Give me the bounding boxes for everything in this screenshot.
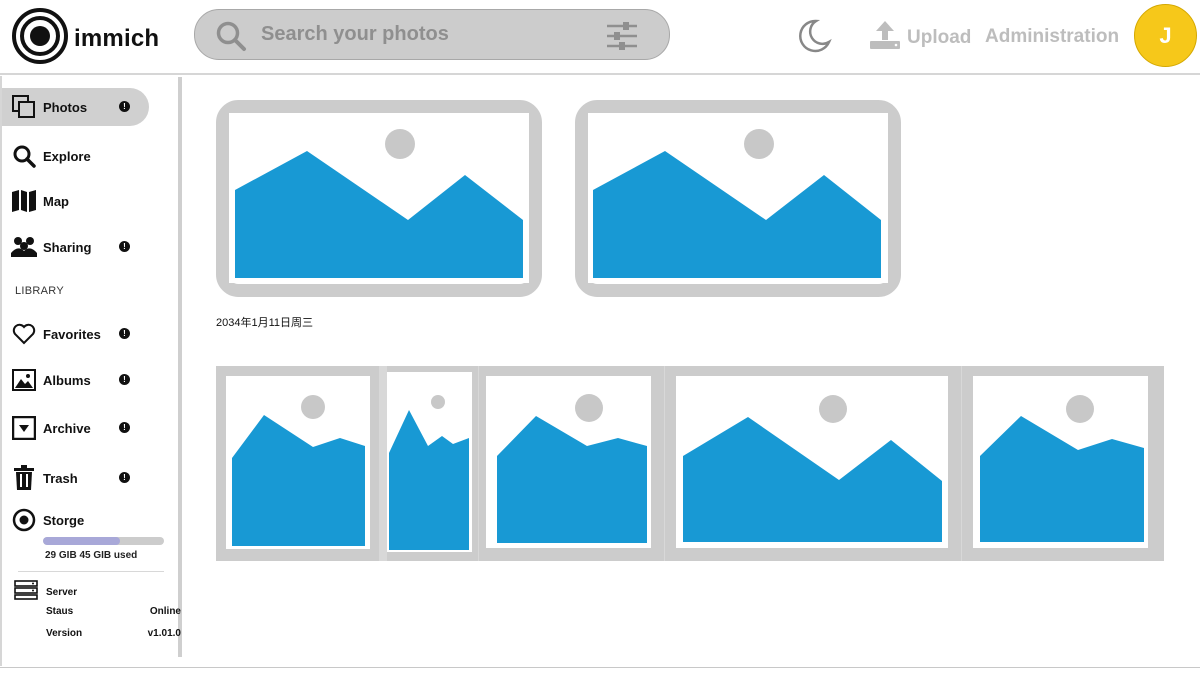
alert-icon: ! bbox=[119, 328, 130, 339]
sidebar-item-map[interactable]: Map bbox=[2, 182, 69, 220]
app-logo[interactable]: immich bbox=[12, 8, 159, 69]
photo-row bbox=[216, 366, 1164, 566]
sidebar-item-sharing[interactable]: Sharing ! bbox=[2, 228, 130, 266]
server-version-row: Version v1.01.0 bbox=[46, 628, 181, 639]
photo-thumbnail[interactable] bbox=[216, 100, 542, 302]
photo-thumbnail bbox=[676, 376, 948, 548]
sidebar-item-label: Explore bbox=[43, 148, 91, 164]
date-group-header: 2034年1月11日周三 bbox=[216, 317, 314, 329]
upload-button[interactable]: Upload bbox=[868, 19, 971, 56]
storage-usage-bar bbox=[43, 537, 164, 545]
server-status-value: Online bbox=[149, 606, 181, 617]
user-avatar[interactable]: J bbox=[1134, 4, 1197, 67]
sidebar-item-label: Albums bbox=[43, 372, 91, 388]
sidebar-item-favorites[interactable]: Favorites ! bbox=[2, 315, 130, 353]
archive-icon bbox=[11, 415, 37, 441]
alert-icon: ! bbox=[119, 101, 130, 112]
upload-icon bbox=[868, 19, 902, 56]
sidebar-item-photos[interactable]: Photos ! bbox=[2, 88, 149, 126]
moon-icon[interactable] bbox=[796, 18, 832, 59]
search-icon bbox=[11, 143, 37, 169]
server-version-label: Version bbox=[46, 628, 83, 639]
search-icon bbox=[215, 20, 247, 57]
server-icon bbox=[14, 580, 38, 605]
sidebar-item-label: Map bbox=[43, 193, 69, 209]
search-bar[interactable] bbox=[194, 9, 670, 60]
sidebar-divider bbox=[18, 571, 164, 572]
people-icon bbox=[11, 234, 37, 260]
filter-sliders-icon[interactable] bbox=[605, 22, 639, 55]
server-status-label: Staus bbox=[46, 606, 74, 617]
alert-icon: ! bbox=[119, 241, 130, 252]
photo-thumbnail[interactable] bbox=[575, 100, 901, 302]
sidebar-scrollbar[interactable] bbox=[178, 77, 182, 657]
server-label: Server bbox=[46, 587, 78, 598]
alert-icon: ! bbox=[119, 472, 130, 483]
sidebar-item-storage[interactable]: Storge bbox=[2, 501, 84, 539]
upload-label: Upload bbox=[907, 26, 972, 48]
map-icon bbox=[11, 188, 37, 214]
sidebar-item-label: Sharing bbox=[43, 239, 92, 255]
storage-usage-fill bbox=[43, 537, 121, 545]
photo-thumbnail bbox=[226, 376, 370, 549]
photo-thumbnail bbox=[387, 372, 472, 552]
server-info: Server bbox=[14, 580, 77, 605]
photos-icon bbox=[11, 94, 37, 120]
sidebar-item-archive[interactable]: Archive ! bbox=[2, 409, 130, 447]
heart-icon bbox=[11, 321, 37, 347]
trash-icon bbox=[11, 465, 37, 491]
sidebar-item-label: Photos bbox=[43, 99, 88, 115]
storage-label: Storge bbox=[43, 512, 85, 528]
sidebar-item-albums[interactable]: Albums ! bbox=[2, 361, 130, 399]
photo-thumbnail bbox=[486, 376, 651, 548]
server-version-value: v1.01.0 bbox=[147, 628, 181, 639]
alert-icon: ! bbox=[119, 374, 130, 385]
server-status-row: Staus Online bbox=[46, 606, 181, 617]
storage-icon bbox=[11, 507, 37, 533]
sidebar-item-label: Archive bbox=[43, 420, 91, 436]
app-name: immich bbox=[74, 24, 160, 52]
bottom-divider bbox=[0, 667, 1200, 668]
immich-logo-icon bbox=[12, 8, 68, 69]
image-icon bbox=[11, 367, 37, 393]
alert-icon: ! bbox=[119, 422, 130, 433]
storage-usage-text: 29 GIB 45 GIB used bbox=[45, 550, 138, 561]
library-section-title: LIBRARY bbox=[15, 285, 64, 297]
sidebar-item-explore[interactable]: Explore bbox=[2, 137, 91, 175]
administration-link[interactable]: Administration bbox=[985, 26, 1119, 48]
photo-thumbnail bbox=[973, 376, 1148, 548]
sidebar-item-trash[interactable]: Trash ! bbox=[2, 459, 130, 497]
top-bar: immich Search your photos Upload Adminis… bbox=[0, 0, 1200, 75]
sidebar-item-label: Favorites bbox=[43, 326, 101, 342]
search-input[interactable] bbox=[261, 10, 581, 59]
sidebar-item-label: Trash bbox=[43, 470, 78, 486]
